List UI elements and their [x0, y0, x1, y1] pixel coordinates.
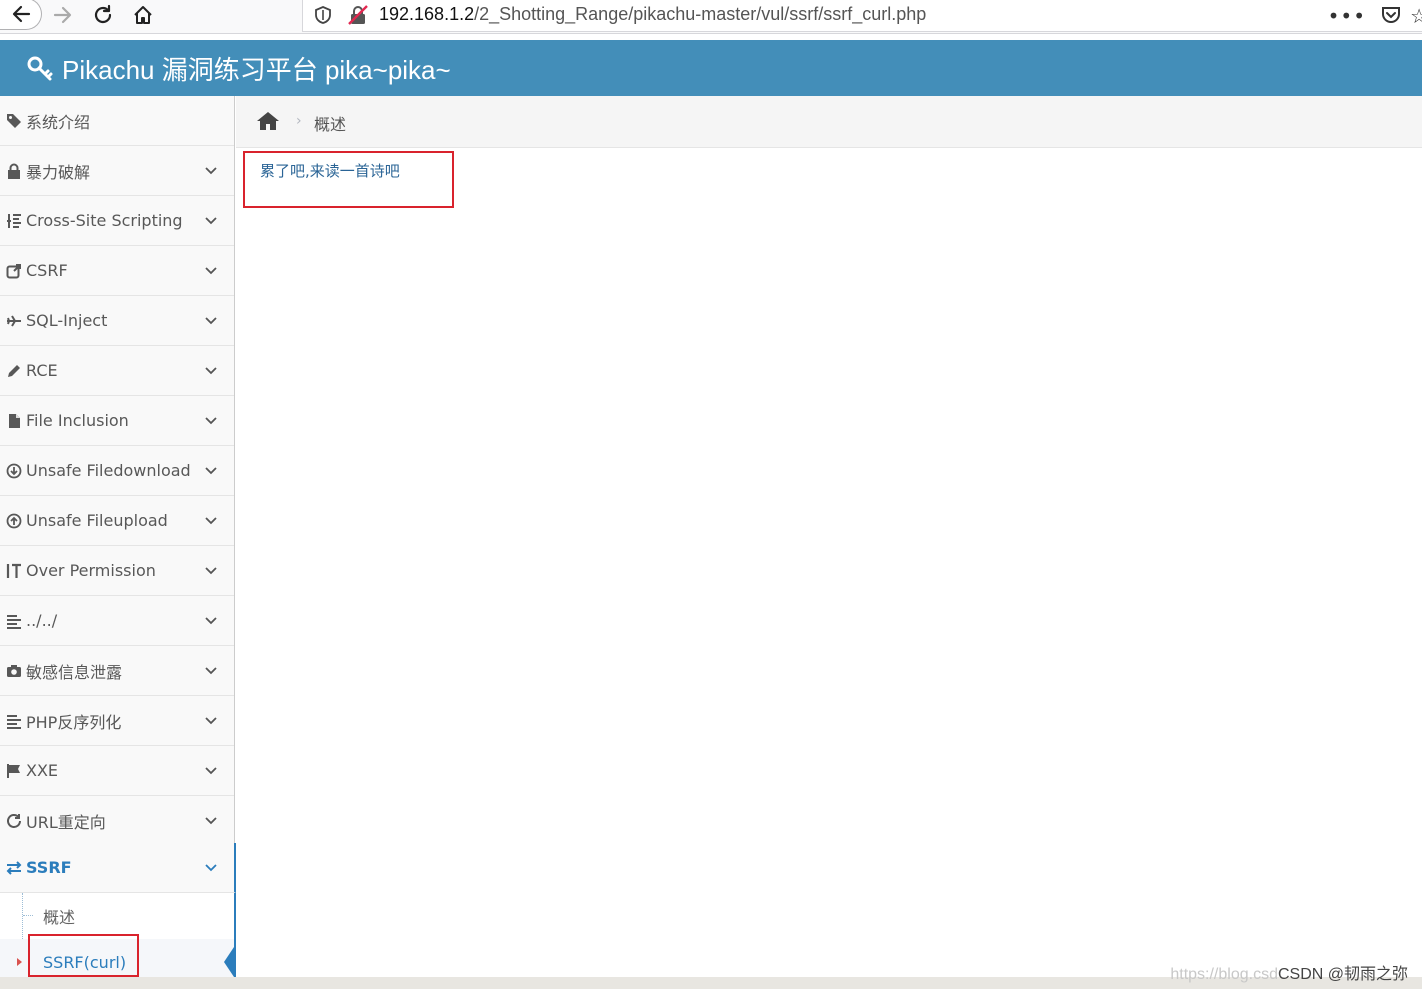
- sidebar: 系统介绍 暴力破解 Cross-Site Scripting CSRF SQL-…: [0, 96, 236, 989]
- home-icon: [134, 6, 152, 24]
- sidebar-item-xxe[interactable]: XXE: [0, 746, 234, 796]
- key-icon: [27, 56, 53, 81]
- breadcrumb: › 概述: [236, 96, 1422, 148]
- sidebar-item-php-unserialize[interactable]: PHP反序列化: [0, 696, 234, 746]
- chevron-down-icon[interactable]: [204, 664, 218, 678]
- sidebar-item-label: PHP反序列化: [26, 712, 122, 732]
- breadcrumb-current: 概述: [314, 115, 347, 134]
- star-icon[interactable]: ☆: [1410, 4, 1422, 28]
- sidebar-item-sqli[interactable]: SQL-Inject: [0, 296, 234, 346]
- tag-icon: [6, 113, 22, 129]
- home-button[interactable]: [128, 0, 158, 30]
- sidebar-item-over-permission[interactable]: Over Permission: [0, 546, 234, 596]
- exchange-icon: [6, 860, 22, 876]
- highlight-box: [243, 151, 454, 208]
- reload-icon: [94, 4, 112, 24]
- sidebar-item-fileupload[interactable]: Unsafe Fileupload: [0, 496, 234, 546]
- watermark: https://blog.csdCSDN @韧雨之弥: [1170, 960, 1408, 984]
- app-title-text: Pikachu 漏洞练习平台 pika~pika~: [62, 54, 451, 85]
- flag-icon: [6, 763, 22, 779]
- chevron-down-icon[interactable]: [204, 464, 218, 478]
- sidebar-item-label: 敏感信息泄露: [26, 662, 123, 682]
- sidebar-item-label: SQL-Inject: [26, 311, 108, 330]
- text-height-icon: [6, 563, 22, 579]
- lock-icon: [6, 163, 22, 179]
- chevron-down-icon[interactable]: [204, 614, 218, 628]
- chevron-down-icon[interactable]: [204, 314, 218, 328]
- highlight-box: [28, 934, 139, 977]
- sidebar-item-label: Unsafe Filedownload: [26, 461, 191, 480]
- sidebar-item-intro[interactable]: 系统介绍: [0, 96, 234, 146]
- insecure-lock-icon[interactable]: [347, 4, 369, 26]
- arrow-right-icon: [53, 6, 72, 24]
- sidebar-item-filedownload[interactable]: Unsafe Filedownload: [0, 446, 234, 496]
- sidebar-item-rce[interactable]: RCE: [0, 346, 234, 396]
- more-icon[interactable]: •••: [1328, 4, 1366, 28]
- sidebar-item-csrf[interactable]: CSRF: [0, 246, 234, 296]
- sidebar-item-label: File Inclusion: [26, 411, 129, 430]
- sidebar-item-label: ../../: [26, 611, 58, 630]
- browser-toolbar: 192.168.1.2/2_Shotting_Range/pikachu-mas…: [0, 0, 1422, 34]
- align-left-icon: [6, 713, 22, 729]
- chevron-down-icon[interactable]: [204, 764, 218, 778]
- watermark-faint: https://blog.csd: [1170, 966, 1278, 983]
- chevron-down-icon[interactable]: [204, 164, 218, 178]
- caret-right-icon: [17, 958, 22, 966]
- sidebar-item-label: SSRF: [26, 858, 72, 877]
- sidebar-item-ssrf[interactable]: SSRF: [0, 843, 236, 893]
- active-pointer-icon: [224, 944, 236, 980]
- chevron-down-icon[interactable]: [204, 214, 218, 228]
- app-title[interactable]: Pikachu 漏洞练习平台 pika~pika~: [26, 50, 451, 86]
- upload-circle-icon: [6, 513, 22, 529]
- download-circle-icon: [6, 463, 22, 479]
- home-icon[interactable]: [256, 110, 280, 132]
- sidebar-item-info-leak[interactable]: 敏感信息泄露: [0, 646, 234, 696]
- pocket-icon[interactable]: [1380, 4, 1402, 26]
- sidebar-item-label: Cross-Site Scripting: [26, 211, 183, 230]
- forward-button[interactable]: [48, 0, 78, 30]
- sidebar-item-bruteforce[interactable]: 暴力破解: [0, 146, 234, 196]
- chevron-down-icon[interactable]: [204, 414, 218, 428]
- chevron-down-icon[interactable]: [204, 814, 218, 828]
- breadcrumb-separator: ›: [296, 113, 302, 129]
- sidebar-item-label: Over Permission: [26, 561, 156, 580]
- sidebar-item-xss[interactable]: Cross-Site Scripting: [0, 196, 234, 246]
- submenu-item-overview[interactable]: 概述: [0, 893, 234, 939]
- chevron-down-icon[interactable]: [204, 264, 218, 278]
- plane-icon: [6, 313, 22, 329]
- chevron-down-icon[interactable]: [204, 564, 218, 578]
- sidebar-item-label: RCE: [26, 361, 58, 380]
- file-icon: [6, 413, 22, 429]
- submenu-item-label: 概述: [43, 908, 76, 927]
- watermark-text: CSDN @韧雨之弥: [1277, 966, 1408, 983]
- chevron-down-icon[interactable]: [204, 364, 218, 378]
- arrow-left-icon: [12, 5, 30, 23]
- chevron-down-icon[interactable]: [204, 861, 218, 875]
- camera-icon: [6, 663, 22, 679]
- sidebar-item-label: 暴力破解: [26, 162, 91, 182]
- sidebar-item-url-redirect[interactable]: URL重定向: [0, 796, 234, 846]
- refresh-icon: [6, 813, 22, 829]
- align-left-icon: [6, 613, 22, 629]
- sidebar-item-label: XXE: [26, 761, 59, 780]
- sidebar-item-label: URL重定向: [26, 812, 106, 832]
- shield-icon[interactable]: [313, 5, 333, 25]
- sidebar-item-label: CSRF: [26, 261, 68, 280]
- list-tree-icon: [6, 213, 22, 229]
- app-header: Pikachu 漏洞练习平台 pika~pika~: [0, 40, 1422, 96]
- url-bar[interactable]: 192.168.1.2/2_Shotting_Range/pikachu-mas…: [302, 0, 1422, 32]
- back-button[interactable]: [0, 0, 42, 30]
- chevron-down-icon[interactable]: [204, 514, 218, 528]
- url-path: /2_Shotting_Range/pikachu-master/vul/ssr…: [474, 4, 927, 24]
- sidebar-item-file-inclusion[interactable]: File Inclusion: [0, 396, 234, 446]
- pencil-icon: [6, 363, 22, 379]
- sidebar-item-label: Unsafe Fileupload: [26, 511, 168, 530]
- url-host: 192.168.1.2: [379, 4, 475, 24]
- chevron-down-icon[interactable]: [204, 714, 218, 728]
- sidebar-item-label: 系统介绍: [26, 112, 91, 132]
- share-icon: [6, 263, 22, 279]
- sidebar-item-dir-traversal[interactable]: ../../: [0, 596, 234, 646]
- reload-button[interactable]: [88, 0, 118, 30]
- url-text[interactable]: 192.168.1.2/2_Shotting_Range/pikachu-mas…: [379, 4, 926, 25]
